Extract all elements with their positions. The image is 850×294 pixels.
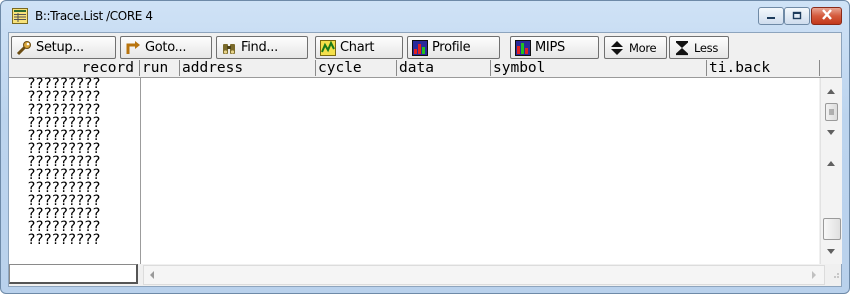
minimize-button[interactable] xyxy=(758,7,784,25)
column-header-ti-back[interactable]: ti.back xyxy=(706,60,770,76)
binoculars-icon xyxy=(221,40,237,56)
scroll-up-icon[interactable] xyxy=(827,161,835,166)
trace-list-panel: Setup... Goto... Find... Chart Profile M… xyxy=(8,32,842,287)
column-header-row: record run address cycle data symbol ti.… xyxy=(9,60,841,78)
column-header-data[interactable]: data xyxy=(396,60,434,76)
column-header-run[interactable]: run xyxy=(139,60,168,76)
less-label: Less xyxy=(694,40,719,55)
mips-label: MIPS xyxy=(535,40,565,55)
setup-label: Setup... xyxy=(36,40,84,55)
profile-button[interactable]: Profile xyxy=(407,36,500,59)
trace-data-area[interactable] xyxy=(141,78,819,264)
scroll-down-icon[interactable] xyxy=(827,249,835,254)
toolbar: Setup... Goto... Find... Chart Profile M… xyxy=(9,33,841,61)
column-header-symbol[interactable]: symbol xyxy=(490,60,545,76)
collapse-arrows-icon xyxy=(674,40,690,56)
column-header-address[interactable]: address xyxy=(179,60,243,76)
chart-button[interactable]: Chart xyxy=(315,36,403,59)
record-column-footer xyxy=(9,264,138,284)
trace-list-window: B::Trace.List /CORE 4 Setup... Goto... F… xyxy=(0,0,850,294)
wrench-icon xyxy=(16,40,32,56)
caption-buttons xyxy=(758,7,842,26)
chart-label: Chart xyxy=(340,40,375,55)
goto-label: Goto... xyxy=(145,40,187,55)
window-title: B::Trace.List /CORE 4 xyxy=(35,9,153,23)
maximize-button[interactable] xyxy=(784,7,810,25)
column-header-cycle[interactable]: cycle xyxy=(315,60,362,76)
trace-list-icon xyxy=(12,8,28,24)
close-icon xyxy=(821,7,833,25)
scroll-down-icon[interactable] xyxy=(827,130,835,135)
chart-icon xyxy=(320,39,336,56)
mips-icon xyxy=(515,39,531,56)
setup-button[interactable]: Setup... xyxy=(11,36,116,59)
record-cell[interactable]: ????????? xyxy=(9,233,140,248)
close-button[interactable] xyxy=(811,7,842,25)
more-label: More xyxy=(629,40,657,55)
vertical-scrollbar[interactable] xyxy=(820,78,842,264)
title-bar[interactable]: B::Trace.List /CORE 4 xyxy=(1,1,849,31)
more-button[interactable]: More xyxy=(604,36,667,59)
find-label: Find... xyxy=(241,40,278,55)
less-button[interactable]: Less xyxy=(669,36,729,59)
minimize-icon xyxy=(766,7,776,25)
expand-arrows-icon xyxy=(609,40,625,56)
goto-arrow-icon xyxy=(125,40,141,56)
column-header-record[interactable]: record xyxy=(9,60,136,76)
scroll-thumb[interactable] xyxy=(823,218,841,240)
column-header-spacer xyxy=(819,60,838,76)
horizontal-scrollbar[interactable] xyxy=(143,265,825,285)
bottom-bar xyxy=(9,264,841,286)
scroll-thumb-small[interactable] xyxy=(825,103,838,121)
mips-button[interactable]: MIPS xyxy=(510,36,599,59)
scroll-up-icon[interactable] xyxy=(827,89,835,94)
maximize-icon xyxy=(792,7,802,25)
resize-grip-icon[interactable] xyxy=(830,266,840,284)
record-column: ????????? ????????? ????????? ????????? … xyxy=(9,77,141,264)
scroll-left-icon[interactable] xyxy=(150,271,154,279)
scroll-right-icon[interactable] xyxy=(812,271,816,279)
goto-button[interactable]: Goto... xyxy=(120,36,212,59)
find-button[interactable]: Find... xyxy=(216,36,308,59)
profile-label: Profile xyxy=(432,40,471,55)
profile-icon xyxy=(412,39,428,56)
